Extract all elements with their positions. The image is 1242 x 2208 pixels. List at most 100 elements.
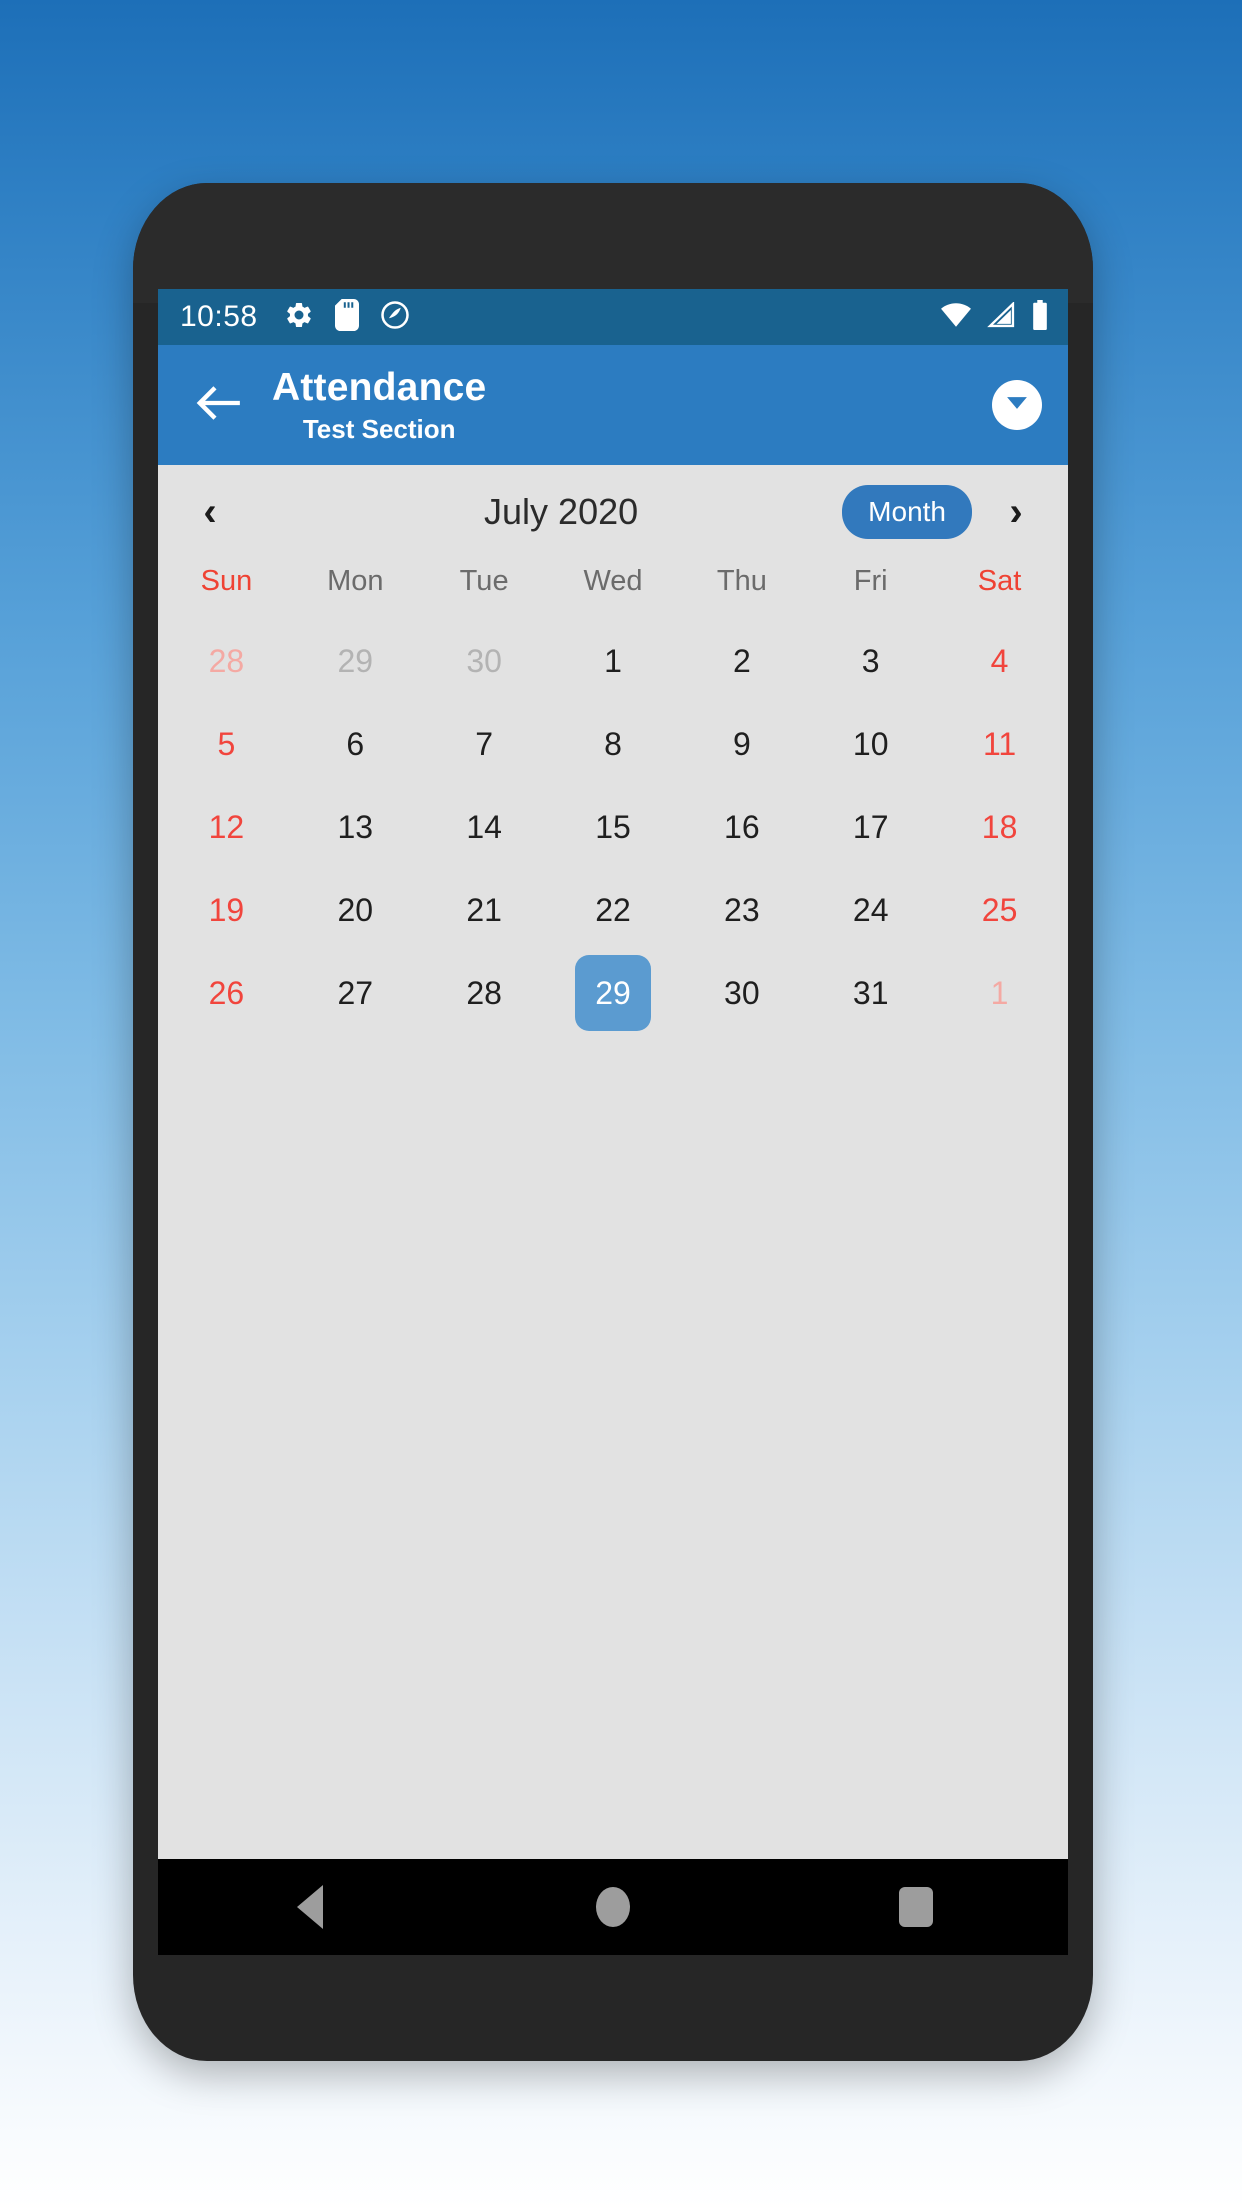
- section-dropdown-button[interactable]: [992, 380, 1042, 430]
- triangle-back-icon: [296, 1885, 323, 1929]
- battery-icon: [1030, 299, 1050, 335]
- calendar-day-cell[interactable]: 23: [677, 869, 806, 951]
- calendar-day-cell[interactable]: 24: [806, 869, 935, 951]
- calendar-day-cell[interactable]: 15: [549, 786, 678, 868]
- calendar-grid: 28 29 30 1 2 3 4 5 6 7 8 9 10 11 12 13 14 15 16 17 18 19 20 21 2…: [158, 620, 1068, 1034]
- calendar-day-number: 30: [466, 642, 502, 679]
- calendar-day-number: 12: [208, 808, 245, 845]
- calendar-day-number: 1: [990, 974, 1009, 1011]
- calendar-header: ‹ July 2020 Month ›: [158, 465, 1068, 559]
- calendar-day-number: 3: [861, 642, 880, 679]
- calendar-day-cell[interactable]: 17: [806, 786, 935, 868]
- calendar-week-row: 28 29 30 1 2 3 4: [162, 620, 1064, 702]
- calendar-day-selected[interactable]: 29: [549, 952, 678, 1034]
- calendar-day-cell[interactable]: 22: [549, 869, 678, 951]
- calendar-day-number: 2: [732, 642, 751, 679]
- calendar-weekday-header: Sun Mon Tue Wed Thu Fri Sat: [158, 565, 1068, 598]
- calendar-day-number: 9: [732, 725, 751, 762]
- calendar-day-number: 6: [346, 725, 365, 762]
- calendar-day-cell[interactable]: 10: [806, 703, 935, 785]
- calendar-day-number: 24: [852, 891, 889, 928]
- calendar-day-number: 19: [208, 891, 245, 928]
- calendar-day-cell[interactable]: 4: [935, 620, 1064, 702]
- app-bar: Attendance Test Section: [158, 345, 1068, 465]
- square-recents-icon: [899, 1887, 934, 1927]
- nav-recents-button[interactable]: [871, 1862, 961, 1952]
- calendar-day-cell[interactable]: 14: [420, 786, 549, 868]
- calendar-day-cell[interactable]: 30: [420, 620, 549, 702]
- calendar-day-number: 29: [337, 642, 374, 679]
- calendar-day-cell[interactable]: 26: [162, 952, 291, 1034]
- calendar-day-cell[interactable]: 12: [162, 786, 291, 868]
- weekday-label-wed: Wed: [583, 565, 643, 597]
- chevron-down-icon: [1006, 395, 1028, 416]
- android-navigation-bar: [158, 1859, 1068, 1955]
- calendar-day-cell[interactable]: 19: [162, 869, 291, 951]
- calendar-day-number: 8: [604, 725, 622, 762]
- calendar-day-number: 1: [604, 642, 622, 679]
- status-bar: 10:58: [158, 289, 1068, 345]
- calendar-day-cell[interactable]: 5: [162, 703, 291, 785]
- circle-home-icon: [595, 1887, 630, 1927]
- calendar-day-number: 14: [466, 808, 502, 845]
- calendar-day-number: 28: [208, 642, 245, 679]
- calendar-day-number: 16: [724, 808, 760, 845]
- calendar-day-cell[interactable]: 2: [677, 620, 806, 702]
- calendar-day-number: 5: [217, 725, 236, 762]
- calendar-day-number: 30: [724, 974, 760, 1011]
- calendar-day-number: 18: [981, 808, 1018, 845]
- calendar-day-cell[interactable]: 9: [677, 703, 806, 785]
- calendar-week-row: 12 13 14 15 16 17 18: [162, 786, 1064, 868]
- calendar-day-cell[interactable]: 11: [935, 703, 1064, 785]
- calendar-day-cell[interactable]: 1: [935, 952, 1064, 1034]
- calendar-day-cell[interactable]: 31: [806, 952, 935, 1034]
- calendar-day-cell[interactable]: 20: [291, 869, 420, 951]
- calendar-day-cell[interactable]: 16: [677, 786, 806, 868]
- calendar-day-cell[interactable]: 18: [935, 786, 1064, 868]
- view-mode-toggle[interactable]: Month: [842, 485, 972, 539]
- calendar-day-number: 27: [337, 974, 374, 1011]
- weekday-label-thu: Thu: [716, 565, 767, 597]
- calendar-day-number: 23: [724, 891, 760, 928]
- page-subtitle: Test Section: [302, 414, 456, 444]
- calendar-day-cell[interactable]: 25: [935, 869, 1064, 951]
- calendar-day-cell[interactable]: 30: [677, 952, 806, 1034]
- status-bar-right-icons: [940, 299, 1050, 335]
- calendar-day-cell[interactable]: 27: [291, 952, 420, 1034]
- calendar-day-cell[interactable]: 21: [420, 869, 549, 951]
- calendar-day-number: 11: [982, 725, 1017, 762]
- calendar-day-number: 10: [852, 725, 889, 762]
- do-not-disturb-icon: [380, 300, 410, 335]
- calendar-week-row: 5 6 7 8 9 10 11: [162, 703, 1064, 785]
- calendar-day-cell[interactable]: 28: [162, 620, 291, 702]
- calendar-day-number: 13: [337, 808, 374, 845]
- calendar-day-cell[interactable]: 13: [291, 786, 420, 868]
- back-button[interactable]: [188, 374, 250, 436]
- calendar-day-cell[interactable]: 8: [549, 703, 678, 785]
- previous-month-button[interactable]: ‹: [184, 486, 236, 538]
- wifi-icon: [940, 302, 972, 333]
- calendar-day-number: 15: [595, 808, 631, 845]
- nav-home-button[interactable]: [568, 1862, 658, 1952]
- calendar-day-number: 28: [466, 974, 502, 1011]
- calendar-day-cell[interactable]: 6: [291, 703, 420, 785]
- calendar-day-number: 29: [574, 955, 651, 1031]
- weekday-label-mon: Mon: [327, 565, 384, 597]
- nav-back-button[interactable]: [265, 1862, 355, 1952]
- page-title: Attendance: [272, 366, 487, 409]
- weekday-label-tue: Tue: [459, 565, 509, 597]
- cellular-signal-icon: [986, 300, 1016, 333]
- calendar-day-cell[interactable]: 28: [420, 952, 549, 1034]
- next-month-button[interactable]: ›: [990, 486, 1042, 538]
- sd-card-icon: [334, 298, 360, 336]
- calendar-day-cell[interactable]: 1: [549, 620, 678, 702]
- calendar-day-cell[interactable]: 7: [420, 703, 549, 785]
- status-bar-clock: 10:58: [180, 300, 258, 333]
- calendar-day-cell[interactable]: 29: [291, 620, 420, 702]
- phone-screen: 10:58 Attendance Test Section ‹ July 202…: [158, 289, 1068, 1919]
- calendar-day-cell[interactable]: 3: [806, 620, 935, 702]
- calendar-day-number: 21: [466, 891, 502, 928]
- calendar-week-row: 26 27 28 29 30 31 1: [162, 952, 1064, 1034]
- weekday-label-sun: Sun: [200, 565, 253, 597]
- weekday-label-sat: Sat: [977, 565, 1022, 597]
